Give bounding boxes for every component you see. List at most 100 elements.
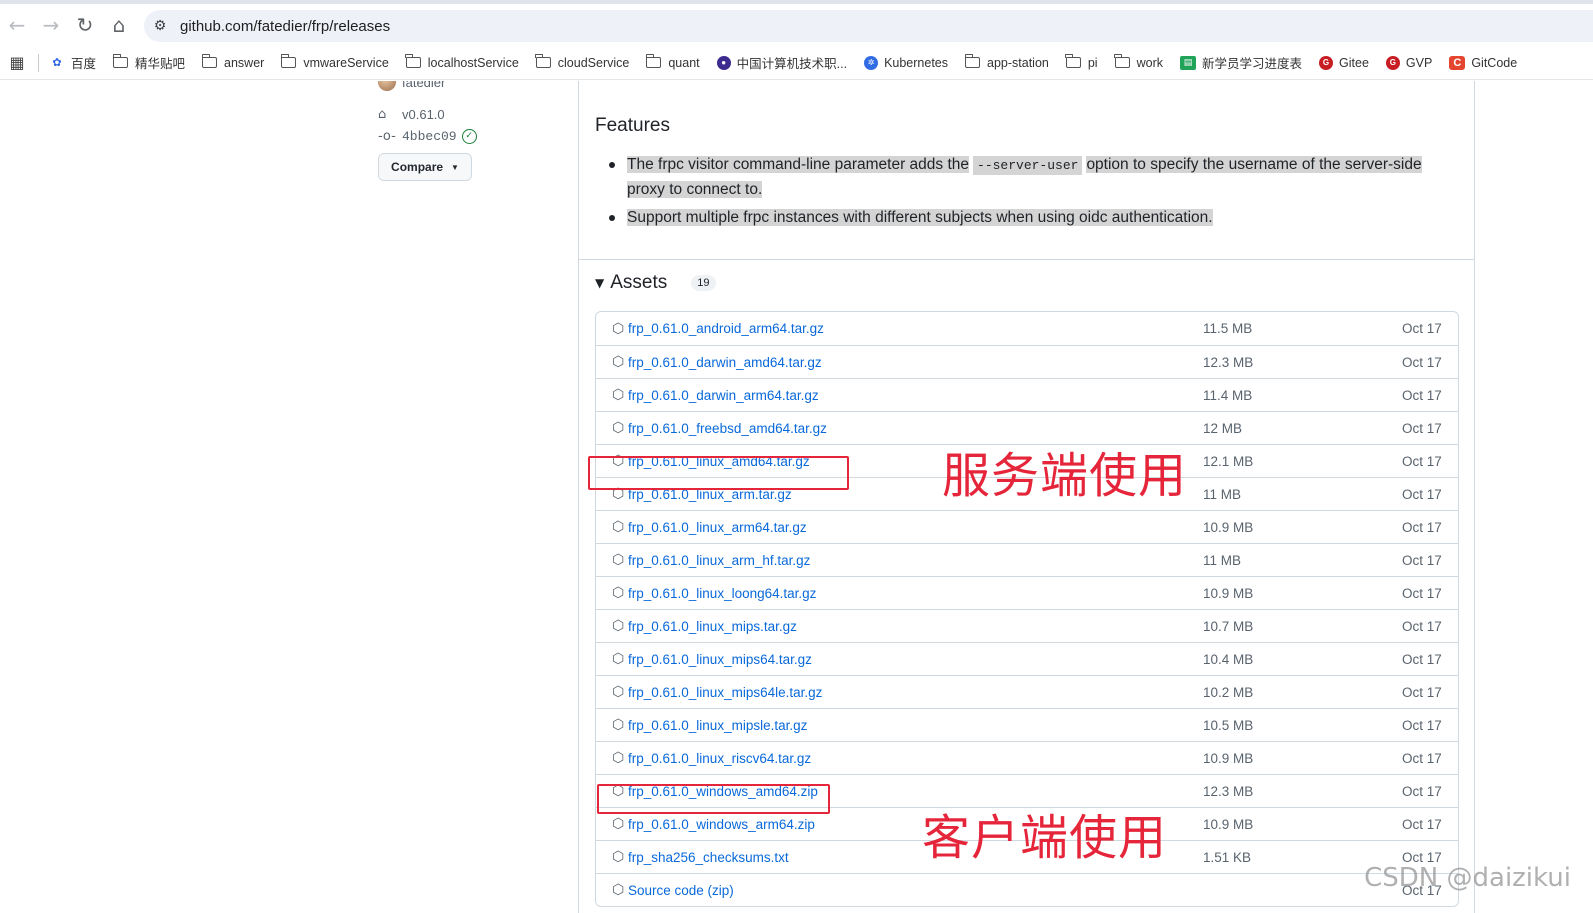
package-icon: ⬡ (612, 651, 625, 667)
package-icon: ⬡ (612, 816, 625, 832)
asset-link[interactable]: frp_sha256_checksums.txt (628, 850, 789, 865)
asset-row: ⬡ frp_0.61.0_linux_mipsle.tar.gz 10.5 MB Oc… (596, 708, 1458, 741)
asset-row: ⬡ frp_0.61.0_android_arm64.tar.gz 11.5 MB O… (596, 312, 1458, 345)
inline-code: --server-user (973, 156, 1083, 175)
client-annotation: 客户端使用 (922, 810, 1168, 866)
bookmark-folder[interactable]: answer (201, 54, 264, 70)
highlight-server-asset (588, 456, 849, 490)
folder-icon (535, 54, 551, 68)
chevron-down-icon: ▼ (451, 162, 459, 172)
features-list: The frpc visitor command-line parameter … (603, 153, 1463, 234)
bookmark-folder[interactable]: app-station (964, 54, 1049, 70)
asset-size: 11.4 MB (1203, 387, 1253, 403)
asset-row: ⬡ frp_0.61.0_linux_arm_hf.tar.gz 11 MB Oct … (596, 543, 1458, 576)
apps-grid-icon[interactable]: ▦ (0, 53, 34, 72)
compare-label: Compare (391, 160, 444, 174)
asset-date: Oct 17 (1402, 321, 1442, 336)
tag-label[interactable]: v0.61.0 (402, 107, 445, 122)
asset-size: 10.7 MB (1203, 618, 1254, 634)
bookmark-folder[interactable]: pi (1065, 54, 1098, 70)
home-icon[interactable]: ⌂ (102, 8, 136, 42)
asset-link[interactable]: Source code (zip) (628, 883, 734, 898)
folder-icon (964, 54, 980, 68)
reload-icon[interactable]: ↻ (68, 8, 102, 42)
site-info-icon[interactable]: ⚙ (144, 18, 176, 34)
asset-size: 10.9 MB (1203, 816, 1254, 832)
url-text[interactable]: github.com/fatedier/frp/releases (180, 18, 390, 35)
bookmark-gitcode[interactable]: C GitCode (1449, 55, 1517, 70)
package-icon: ⬡ (612, 618, 625, 634)
bookmark-baidu[interactable]: ✿ 百度 (49, 53, 96, 72)
section-divider (579, 259, 1474, 260)
assets-toggle[interactable]: ▼ Assets 19 (595, 271, 716, 295)
bookmark-kubernetes[interactable]: ✲ Kubernetes (864, 55, 948, 70)
tag-row[interactable]: ⌂ v0.61.0 (378, 103, 477, 125)
asset-size: 10.4 MB (1203, 651, 1254, 667)
package-icon: ⬡ (612, 519, 625, 535)
asset-date: Oct 17 (1402, 750, 1442, 766)
asset-row: ⬡ frp_0.61.0_linux_loong64.tar.gz 10.9 MB O… (596, 576, 1458, 609)
asset-row: ⬡ frp_0.61.0_linux_riscv64.tar.gz 10.9 MB O… (596, 741, 1458, 774)
asset-link[interactable]: frp_0.61.0_freebsd_amd64.tar.gz (628, 421, 827, 436)
bookmarks-bar: ▦ ✿ 百度 精华贴吧 answer vmwareService localhos… (0, 46, 1593, 80)
asset-link[interactable]: frp_0.61.0_android_arm64.tar.gz (628, 321, 824, 336)
bookmark-folder[interactable]: vmwareService (280, 54, 389, 70)
tag-icon: ⌂ (378, 106, 387, 122)
commit-row[interactable]: -o- 4bbec09 ✓ (378, 125, 477, 147)
bookmark-folder[interactable]: cloudService (535, 54, 629, 70)
asset-link[interactable]: frp_0.61.0_linux_riscv64.tar.gz (628, 751, 811, 766)
back-icon[interactable]: ← (0, 8, 34, 42)
asset-date: Oct 17 (1402, 651, 1442, 667)
verified-check-icon[interactable]: ✓ (461, 128, 477, 144)
address-bar-row: ← → ↻ ⌂ ⚙ github.com/fatedier/frp/releas… (0, 4, 1593, 46)
baidu-icon: ✿ (52, 57, 62, 69)
asset-size: 11.5 MB (1203, 321, 1253, 336)
asset-row: ⬡ frp_0.61.0_darwin_arm64.tar.gz 11.4 MB Oc… (596, 378, 1458, 411)
asset-link[interactable]: frp_0.61.0_linux_arm_hf.tar.gz (628, 553, 810, 568)
asset-link[interactable]: frp_0.61.0_linux_mips64.tar.gz (628, 652, 812, 667)
package-icon: ⬡ (612, 552, 625, 568)
package-icon: ⬡ (612, 585, 625, 601)
asset-date: Oct 17 (1402, 486, 1442, 502)
bookmark-site[interactable]: ● 中国计算机技术职... (716, 53, 847, 72)
asset-size: 10.5 MB (1203, 717, 1254, 733)
author-name[interactable]: fatedier (402, 81, 445, 90)
bookmark-folder[interactable]: 精华贴吧 (112, 53, 185, 72)
bookmark-folder[interactable]: work (1114, 54, 1163, 70)
commit-icon: -o- (378, 128, 396, 144)
compare-button[interactable]: Compare ▼ (378, 153, 472, 181)
asset-link[interactable]: frp_0.61.0_windows_arm64.zip (628, 817, 815, 832)
package-icon: ⬡ (612, 849, 625, 865)
bookmark-gvp[interactable]: G GVP (1385, 55, 1432, 70)
bookmark-gitee[interactable]: G Gitee (1319, 55, 1369, 70)
asset-link[interactable]: frp_0.61.0_linux_loong64.tar.gz (628, 586, 816, 601)
asset-size: 12.1 MB (1203, 453, 1254, 469)
server-annotation: 服务端使用 (942, 448, 1188, 504)
author-row[interactable]: fatedier (378, 81, 477, 93)
asset-link[interactable]: frp_0.61.0_darwin_amd64.tar.gz (628, 355, 822, 370)
commit-hash[interactable]: 4bbec09 (402, 129, 457, 144)
folder-icon (280, 54, 297, 68)
watermark: CSDN @daizikui (1364, 863, 1571, 893)
asset-date: Oct 17 (1402, 354, 1442, 370)
asset-row: ⬡ frp_0.61.0_linux_mips.tar.gz 10.7 MB Oct … (596, 609, 1458, 642)
address-bar[interactable]: ⚙ github.com/fatedier/frp/releases (144, 10, 1593, 42)
avatar[interactable] (378, 81, 396, 91)
asset-row: ⬡ frp_0.61.0_linux_mips64.tar.gz 10.4 MB Oc… (596, 642, 1458, 675)
asset-row: ⬡ frp_0.61.0_freebsd_amd64.tar.gz 12 MB Oct… (596, 411, 1458, 444)
asset-link[interactable]: frp_0.61.0_linux_mips.tar.gz (628, 619, 797, 634)
package-icon: ⬡ (612, 882, 625, 898)
asset-date: Oct 17 (1402, 552, 1442, 568)
bookmark-sheet[interactable]: ▤ 新学员学习进度表 (1180, 53, 1302, 72)
bookmark-folder[interactable]: localhostService (405, 54, 519, 70)
assets-count-badge: 19 (691, 275, 716, 291)
package-icon: ⬡ (612, 387, 625, 403)
asset-link[interactable]: frp_0.61.0_darwin_arm64.tar.gz (628, 388, 819, 403)
asset-link[interactable]: frp_0.61.0_linux_mips64le.tar.gz (628, 685, 822, 700)
package-icon: ⬡ (612, 717, 625, 733)
release-sidebar: fatedier ⌂ v0.61.0 -o- 4bbec09 ✓ (378, 81, 477, 147)
asset-link[interactable]: frp_0.61.0_linux_mipsle.tar.gz (628, 718, 807, 733)
asset-link[interactable]: frp_0.61.0_linux_arm64.tar.gz (628, 520, 807, 535)
bookmark-folder[interactable]: quant (645, 54, 700, 70)
forward-icon[interactable]: → (34, 8, 68, 42)
